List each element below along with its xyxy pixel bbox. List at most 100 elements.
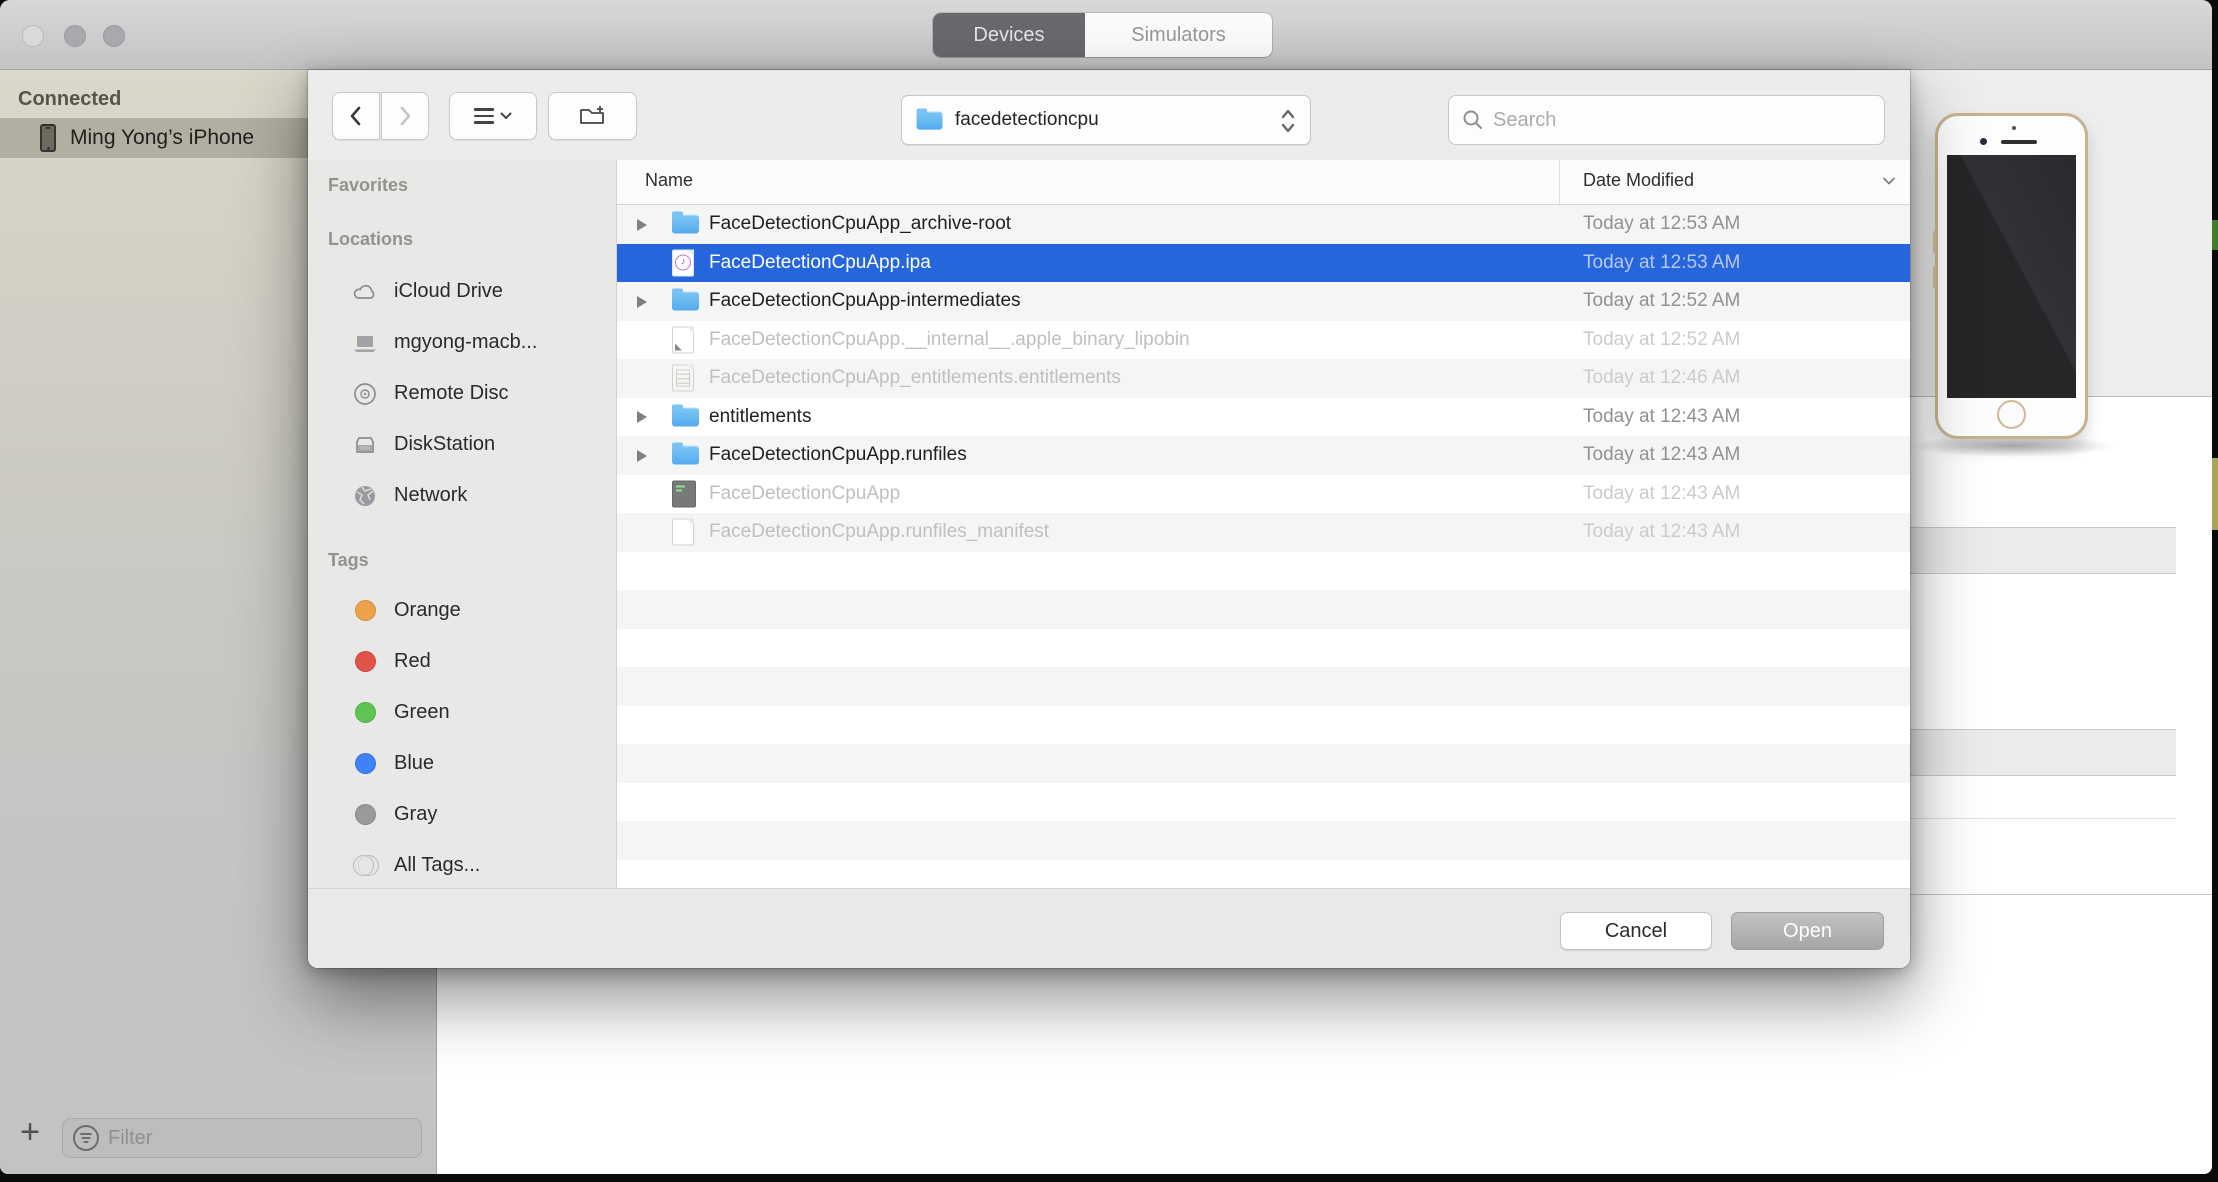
devices-simulators-segmented-control: Devices Simulators xyxy=(933,13,1272,57)
tag-orange-icon xyxy=(355,600,376,621)
sidebar-bottom-bar: + xyxy=(0,1102,436,1174)
disclosure-triangle-icon[interactable] xyxy=(637,450,647,462)
sidebar-item-label: DiskStation xyxy=(394,433,495,456)
favorites-header: Favorites xyxy=(328,172,616,198)
filter-field[interactable] xyxy=(62,1118,422,1158)
popup-chevrons-icon xyxy=(1280,107,1296,135)
sidebar-item-tag-red[interactable]: Red xyxy=(328,636,616,687)
dialog-sidebar: Favorites Locations iCloud Drive xyxy=(308,160,617,888)
sidebar-item-diskstation[interactable]: DiskStation xyxy=(328,419,616,470)
location-popup[interactable]: facedetectioncpu xyxy=(901,95,1311,145)
file-name: FaceDetectionCpuApp.runfiles xyxy=(709,444,967,466)
file-date-modified: Today at 12:43 AM xyxy=(1583,521,1740,543)
tag-label: All Tags... xyxy=(394,854,480,877)
tag-label: Gray xyxy=(394,803,437,826)
file-row[interactable]: FaceDetectionCpuApp.runfiles Today at 12… xyxy=(617,436,1910,475)
search-icon xyxy=(1461,108,1485,132)
unix-exec-icon xyxy=(672,480,696,507)
file-list-rows: FaceDetectionCpuApp_archive-root Today a… xyxy=(617,205,1910,888)
file-date-modified: Today at 12:43 AM xyxy=(1583,444,1740,466)
add-device-button[interactable]: + xyxy=(12,1112,48,1152)
empty-row xyxy=(617,860,1910,889)
sidebar-item-remote-disc[interactable]: Remote Disc xyxy=(328,368,616,419)
folder-icon xyxy=(672,407,699,426)
globe-icon xyxy=(350,483,380,509)
file-name: FaceDetectionCpuApp.__internal__.apple_b… xyxy=(709,329,1190,351)
file-date-modified: Today at 12:43 AM xyxy=(1583,483,1740,505)
disclosure-triangle-icon[interactable] xyxy=(637,219,647,231)
file-name: entitlements xyxy=(709,406,811,428)
chevron-left-icon xyxy=(352,108,359,124)
file-date-modified: Today at 12:43 AM xyxy=(1583,406,1740,428)
sidebar-item-tag-gray[interactable]: Gray xyxy=(328,789,616,840)
forward-button[interactable] xyxy=(381,92,429,140)
all-tags-icon xyxy=(355,855,376,876)
empty-row xyxy=(617,783,1910,822)
titlebar: Devices Simulators xyxy=(0,0,2212,70)
empty-row xyxy=(617,706,1910,745)
column-header-date-modified[interactable]: Date Modified xyxy=(1583,170,1694,191)
search-field[interactable] xyxy=(1448,95,1885,145)
ipa-icon: ♪ xyxy=(672,249,694,276)
sidebar-item-mac[interactable]: mgyong-macb... xyxy=(328,317,616,368)
file-row[interactable]: FaceDetectionCpuApp.__internal__.apple_b… xyxy=(617,321,1910,360)
file-row[interactable]: FaceDetectionCpuApp Today at 12:43 AM xyxy=(617,475,1910,514)
sidebar-item-icloud-drive[interactable]: iCloud Drive xyxy=(328,266,616,317)
close-button[interactable] xyxy=(22,25,44,47)
search-input[interactable] xyxy=(1493,109,1853,132)
new-folder-button[interactable] xyxy=(548,92,637,140)
list-view-icon xyxy=(474,108,494,124)
file-row[interactable]: FaceDetectionCpuApp_entitlements.entitle… xyxy=(617,359,1910,398)
file-row[interactable]: FaceDetectionCpuApp_archive-root Today a… xyxy=(617,205,1910,244)
empty-row xyxy=(617,629,1910,668)
zoom-button[interactable] xyxy=(103,25,125,47)
server-icon xyxy=(350,433,380,457)
iphone-illustration xyxy=(1935,113,2088,439)
minimize-button[interactable] xyxy=(64,25,86,47)
file-row[interactable]: ♪ FaceDetectionCpuApp.ipa Today at 12:53… xyxy=(617,244,1910,283)
tag-label: Orange xyxy=(394,599,461,622)
chevron-down-icon xyxy=(500,112,512,120)
column-header-name[interactable]: Name xyxy=(645,170,693,191)
file-row[interactable]: FaceDetectionCpuApp.runfiles_manifest To… xyxy=(617,513,1910,552)
chevron-right-icon xyxy=(402,108,409,124)
filter-input[interactable] xyxy=(108,1127,398,1150)
sort-chevron-icon[interactable] xyxy=(1882,176,1896,186)
sidebar-item-network[interactable]: Network xyxy=(328,470,616,521)
empty-row xyxy=(617,590,1910,629)
locations-header: Locations xyxy=(328,226,616,252)
file-name: FaceDetectionCpuApp.ipa xyxy=(709,252,931,274)
tag-gray-icon xyxy=(355,804,376,825)
tag-blue-icon xyxy=(355,753,376,774)
doc-icon xyxy=(672,519,694,546)
file-name: FaceDetectionCpuApp_entitlements.entitle… xyxy=(709,367,1121,389)
disclosure-triangle-icon[interactable] xyxy=(637,296,647,308)
open-button[interactable]: Open xyxy=(1731,912,1884,950)
tag-label: Blue xyxy=(394,752,434,775)
sidebar-item-tag-blue[interactable]: Blue xyxy=(328,738,616,789)
new-folder-icon xyxy=(578,103,608,129)
disc-icon xyxy=(350,381,380,407)
sidebar-item-all-tags[interactable]: All Tags... xyxy=(328,840,616,888)
empty-row xyxy=(617,744,1910,783)
file-row[interactable]: FaceDetectionCpuApp-intermediates Today … xyxy=(617,282,1910,321)
tab-simulators[interactable]: Simulators xyxy=(1085,13,1272,57)
iphone-home-button xyxy=(1997,400,2026,429)
empty-row xyxy=(617,552,1910,591)
tab-devices[interactable]: Devices xyxy=(933,13,1085,57)
back-button[interactable] xyxy=(332,92,380,140)
tag-label: Green xyxy=(394,701,450,724)
disclosure-triangle-icon[interactable] xyxy=(637,411,647,423)
folder-icon xyxy=(672,446,699,465)
file-list: Name Date Modified FaceDetectionCpuApp_a… xyxy=(617,160,1910,888)
cancel-button[interactable]: Cancel xyxy=(1560,912,1712,950)
doc-exec-icon xyxy=(672,326,694,353)
list-header: Name Date Modified xyxy=(617,160,1910,205)
sidebar-item-label: Network xyxy=(394,484,467,507)
file-row[interactable]: entitlements Today at 12:43 AM xyxy=(617,398,1910,437)
tag-label: Red xyxy=(394,650,431,673)
sidebar-item-tag-green[interactable]: Green xyxy=(328,687,616,738)
view-options-button[interactable] xyxy=(449,92,537,140)
sidebar-item-tag-orange[interactable]: Orange xyxy=(328,585,616,636)
dialog-toolbar: facedetectioncpu xyxy=(308,70,1910,160)
